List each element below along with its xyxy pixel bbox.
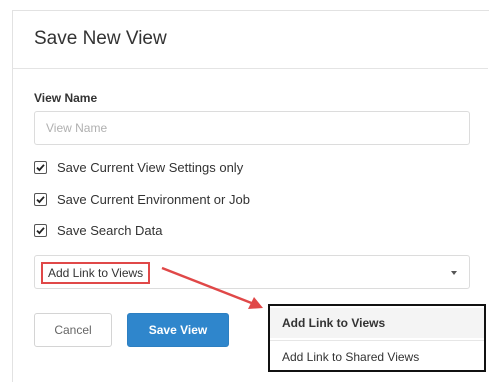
menu-item-add-link-to-shared-views[interactable]: Add Link to Shared Views bbox=[270, 342, 484, 372]
menu-item-add-link-to-views[interactable]: Add Link to Views bbox=[270, 308, 484, 338]
link-options-menu: Add Link to Views Add Link to Shared Vie… bbox=[268, 304, 486, 372]
menu-divider bbox=[270, 340, 484, 341]
